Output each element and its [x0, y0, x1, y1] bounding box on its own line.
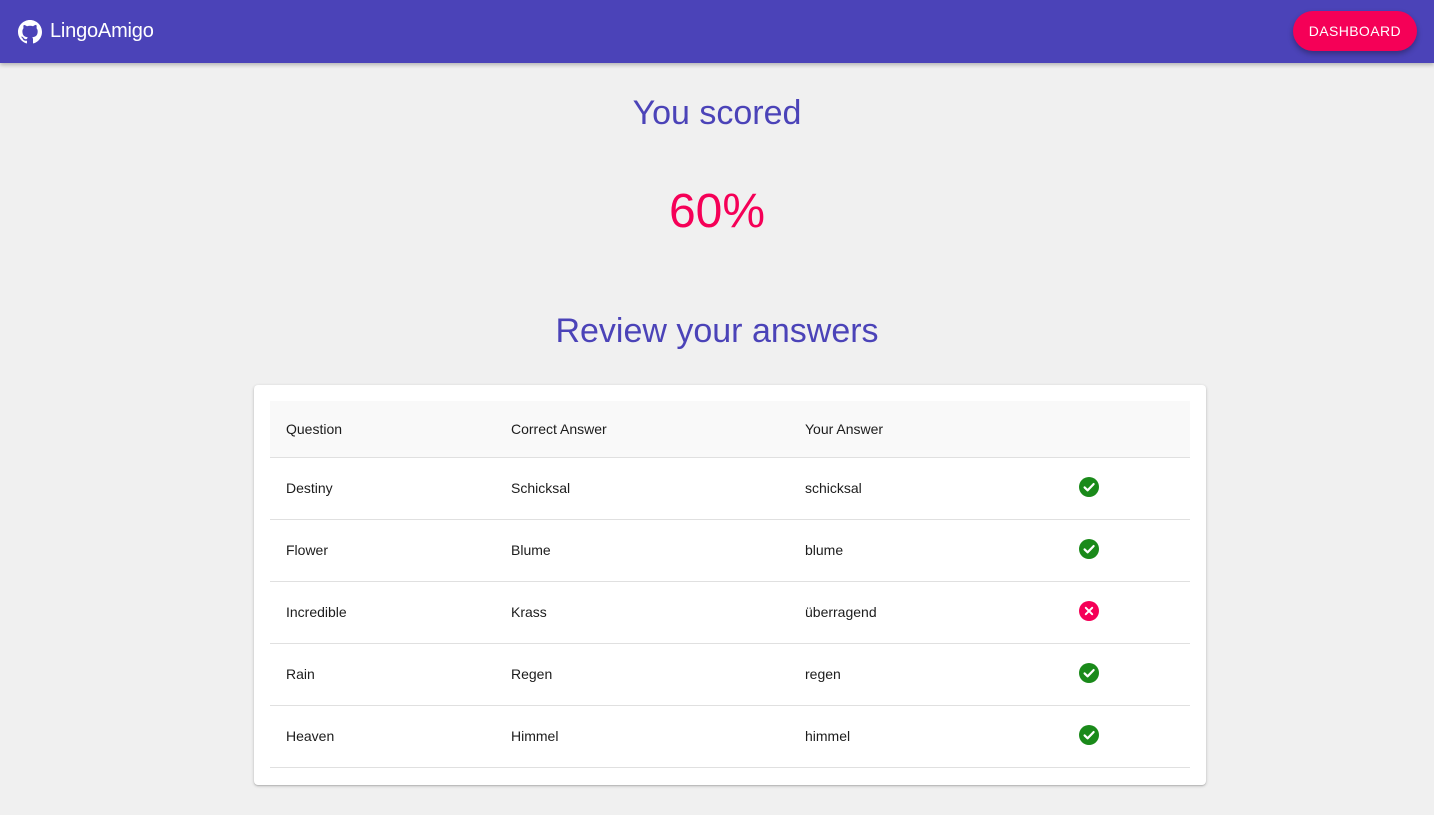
your-answer-cell: himmel — [805, 728, 851, 744]
column-header-your-answer: Your Answer — [805, 420, 884, 437]
your-answer-cell: überragend — [805, 604, 877, 620]
table-header: Question Correct Answer Your Answer — [270, 401, 1190, 457]
header-row: Question Correct Answer Your Answer — [270, 401, 1190, 457]
correct-answer-cell: Krass — [511, 604, 547, 620]
status-cell — [1079, 519, 1190, 581]
table-body: Destiny Schicksal schicksal Flower Blume blum… — [270, 457, 1190, 767]
correct-answer-cell: Schicksal — [511, 480, 571, 496]
status-cell — [1079, 581, 1190, 643]
your-answer-cell: regen — [805, 666, 841, 682]
question-cell: Destiny — [286, 480, 333, 496]
brand[interactable]: LingoAmigo — [18, 19, 154, 44]
column-header-status — [1079, 401, 1190, 457]
question-cell: Heaven — [286, 728, 335, 744]
github-icon — [18, 19, 42, 43]
status-cell — [1079, 643, 1190, 705]
brand-name: LingoAmigo — [50, 20, 154, 42]
correct-answer-cell: Himmel — [511, 728, 559, 744]
question-cell: Incredible — [286, 604, 347, 620]
check-circle-icon — [1079, 662, 1099, 683]
table-row: Rain Regen regen — [270, 643, 1190, 705]
score-title: You scored — [632, 94, 802, 132]
question-cell: Flower — [286, 542, 329, 558]
your-answer-cell: schicksal — [805, 480, 862, 496]
correct-answer-cell: Regen — [511, 666, 553, 682]
table-row: Heaven Himmel himmel — [270, 705, 1190, 767]
your-answer-cell: blume — [805, 542, 844, 558]
review-card: Question Correct Answer Your Answer Dest… — [254, 385, 1206, 785]
check-circle-icon — [1079, 476, 1099, 497]
table-row: Destiny Schicksal schicksal — [270, 457, 1190, 519]
correct-answer-cell: Blume — [511, 542, 551, 558]
status-cell — [1079, 705, 1190, 767]
check-circle-icon — [1079, 538, 1099, 559]
column-header-correct-answer: Correct Answer — [511, 420, 607, 437]
score-value: 60% — [668, 185, 766, 238]
column-header-question: Question — [286, 420, 343, 437]
app-bar: LingoAmigo DASHBOARD — [0, 0, 1434, 63]
review-table: Question Correct Answer Your Answer Dest… — [270, 401, 1190, 768]
status-cell — [1079, 457, 1190, 519]
question-cell: Rain — [286, 666, 315, 682]
review-title: Review your answers — [555, 312, 879, 350]
check-circle-icon — [1079, 724, 1099, 745]
table-row: Flower Blume blume — [270, 519, 1190, 581]
dashboard-button[interactable]: DASHBOARD — [1292, 11, 1417, 51]
cancel-circle-icon — [1079, 600, 1099, 621]
table-row: Incredible Krass überragend — [270, 581, 1190, 643]
